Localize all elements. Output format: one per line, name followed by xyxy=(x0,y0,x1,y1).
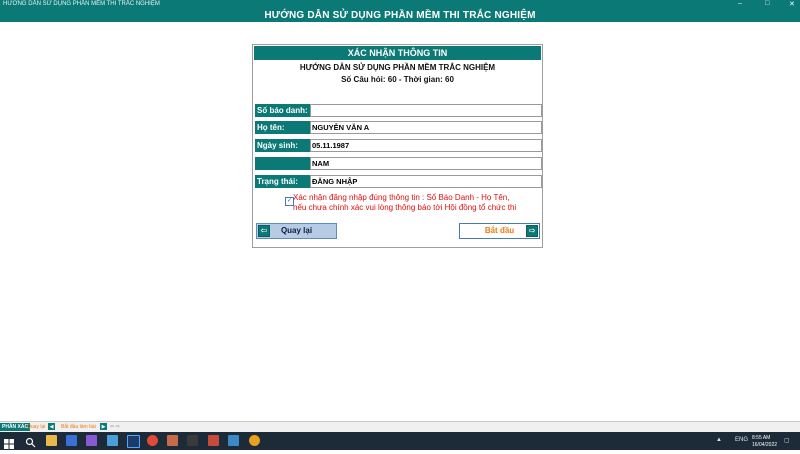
dialog-header: XÁC NHẬN THÔNG TIN xyxy=(254,46,541,60)
arrow-left-icon: ◀ xyxy=(48,423,55,430)
clock-time[interactable]: 8:55 AM xyxy=(752,435,770,441)
start-button[interactable]: Bắt đầu ⇨ xyxy=(459,223,540,239)
arrow-right-icon: ▶ xyxy=(100,423,107,430)
taskbar: ▲ ENG 8:55 AM 16/04/2022 ▢ xyxy=(0,432,800,450)
candidate-number-label: Số báo danh: xyxy=(255,104,310,117)
media-icon[interactable] xyxy=(187,435,198,446)
back-button-label: Quay lại xyxy=(280,226,313,235)
notice-line-2: nếu chưa chính xác vui lòng thông báo tớ… xyxy=(293,203,517,212)
start-button-label: Bắt đầu xyxy=(484,226,515,235)
notice-line-1: Xác nhận đăng nhập đúng thông tin : Số B… xyxy=(293,193,510,202)
check-app-icon[interactable] xyxy=(249,435,260,446)
sheet-tab-back[interactable]: Quay lại xyxy=(27,423,45,431)
photos-icon[interactable] xyxy=(228,435,239,446)
confirm-info-dialog: XÁC NHẬN THÔNG TIN HƯỚNG DẪN SỬ DỤNG PHẦ… xyxy=(252,44,543,248)
photoshop-icon[interactable] xyxy=(127,435,140,448)
sheet-tab-start[interactable]: Bắt đầu làm bài xyxy=(61,423,96,431)
minimize-button[interactable]: – xyxy=(738,0,742,7)
arrow-right-icon: ⇨ xyxy=(526,225,538,237)
language-indicator[interactable]: ENG xyxy=(735,437,748,443)
chrome-icon[interactable] xyxy=(147,435,158,446)
file-explorer-icon[interactable] xyxy=(46,435,57,446)
title-bar: HƯỚNG DẪN SỬ DỤNG PHẦN MỀM THI TRẮC NGHI… xyxy=(0,0,800,22)
mail-icon[interactable] xyxy=(66,435,77,446)
status-field[interactable]: ĐĂNG NHẬP xyxy=(310,175,542,188)
page-title: HƯỚNG DẪN SỬ DỤNG PHẦN MỀM THI TRẮC NGHI… xyxy=(264,10,536,21)
app-icon[interactable] xyxy=(167,435,178,446)
tray-wifi-icon[interactable]: ▲ xyxy=(716,437,722,443)
status-label: Trạng thái: xyxy=(255,175,310,188)
birth-date-field[interactable]: 05.11.1987 xyxy=(310,139,542,152)
gender-label xyxy=(255,157,310,170)
gender-field[interactable]: NAM xyxy=(310,157,542,170)
search-icon[interactable] xyxy=(25,435,36,448)
candidate-number-field[interactable] xyxy=(310,104,542,117)
back-button[interactable]: ⇦ Quay lại xyxy=(256,223,337,239)
birth-date-label: Ngày sinh: xyxy=(255,139,310,152)
full-name-label: Họ tên: xyxy=(255,121,310,134)
full-name-field[interactable]: NGUYỄN VĂN A xyxy=(310,121,542,134)
visual-studio-icon[interactable] xyxy=(86,435,97,446)
exam-title: HƯỚNG DẪN SỬ DỤNG PHẦN MỀM TRẮC NGHIỆM xyxy=(299,63,496,72)
calculator-icon[interactable] xyxy=(107,435,118,446)
sheet-tab-confirm[interactable]: PHẦN XÁC xyxy=(0,423,31,431)
notification-icon[interactable]: ▢ xyxy=(784,437,790,444)
clock-date[interactable]: 16/04/2022 xyxy=(752,442,777,448)
exam-info: Số Câu hỏi: 60 - Thời gian: 60 xyxy=(341,75,454,84)
confirm-notice: Xác nhận đăng nhập đúng thông tin : Số B… xyxy=(293,193,538,213)
window-title: HƯỚNG DẪN SỬ DỤNG PHẦN MỀM THI TRẮC NGHI… xyxy=(3,1,160,7)
windows-start-icon[interactable] xyxy=(4,436,14,449)
maximize-button[interactable]: □ xyxy=(765,0,769,7)
toolbox-icon[interactable] xyxy=(208,435,219,446)
close-button[interactable]: ✕ xyxy=(789,0,795,8)
sheet-nav[interactable]: ⇦ ⇨ xyxy=(110,423,120,431)
arrow-left-icon: ⇦ xyxy=(258,225,270,237)
